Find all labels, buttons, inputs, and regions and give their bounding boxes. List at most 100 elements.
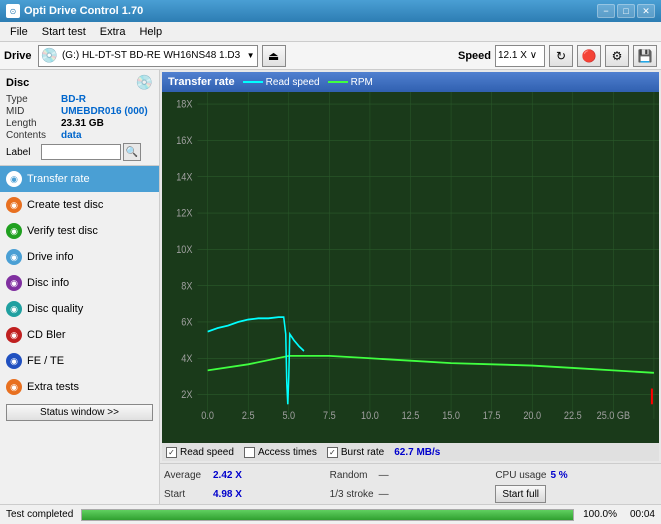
burst-rate-label: Burst rate — [341, 447, 384, 458]
nav-label-drive-info: Drive info — [27, 251, 73, 263]
read-speed-checkbox[interactable] — [166, 447, 177, 458]
start-full-button[interactable]: Start full — [495, 485, 546, 503]
nav-label-disc-quality: Disc quality — [27, 303, 83, 315]
main-layout: Disc 💿 Type BD-R MID UMEBDR016 (000) Len… — [0, 70, 661, 524]
nav-icon-cd-bler: ◉ — [6, 327, 22, 343]
disc-label-text: Label — [6, 147, 41, 158]
save-button[interactable]: 💾 — [633, 45, 657, 67]
disc-icon: 💿 — [136, 74, 153, 91]
access-times-label: Access times — [258, 447, 317, 458]
svg-text:16X: 16X — [176, 135, 192, 147]
disc-label-input[interactable] — [41, 144, 121, 160]
nav-label-verify-test-disc: Verify test disc — [27, 225, 98, 237]
svg-text:7.5: 7.5 — [323, 410, 336, 422]
drive-dropdown-arrow: ▼ — [247, 51, 255, 60]
access-times-checkbox[interactable] — [244, 447, 255, 458]
cpu-value: 5 % — [550, 470, 585, 481]
nav-transfer-rate[interactable]: ◉ Transfer rate — [0, 166, 159, 192]
burst-rate-check-item[interactable]: Burst rate — [327, 447, 384, 458]
speed-label: Speed — [458, 50, 491, 62]
disc-label-button[interactable]: 🔍 — [123, 143, 141, 161]
cpu-label: CPU usage — [495, 470, 546, 481]
read-speed-check-item[interactable]: Read speed — [166, 447, 234, 458]
nav-label-cd-bler: CD Bler — [27, 329, 66, 341]
main-content: Transfer rate Read speed RPM — [160, 70, 661, 524]
disc-info-section: Disc 💿 Type BD-R MID UMEBDR016 (000) Len… — [0, 70, 159, 166]
settings-button1[interactable]: 🔴 — [577, 45, 601, 67]
svg-text:2.5: 2.5 — [242, 410, 255, 422]
legend-label-rpm: RPM — [351, 77, 373, 88]
chart-header: Transfer rate Read speed RPM — [162, 72, 659, 92]
nav-disc-info[interactable]: ◉ Disc info — [0, 270, 159, 296]
menu-help[interactable]: Help — [133, 25, 168, 39]
stat-row-stroke1: 1/3 stroke — — [330, 485, 492, 503]
settings-button2[interactable]: ⚙ — [605, 45, 629, 67]
nav-create-test-disc[interactable]: ◉ Create test disc — [0, 192, 159, 218]
nav-cd-bler[interactable]: ◉ CD Bler — [0, 322, 159, 348]
svg-text:5.0: 5.0 — [282, 410, 295, 422]
app-title: Opti Drive Control 1.70 — [24, 5, 143, 17]
nav-label-disc-info: Disc info — [27, 277, 69, 289]
disc-type-label: Type — [6, 94, 61, 105]
stroke1-label: 1/3 stroke — [330, 489, 375, 500]
status-bar: Test completed 100.0% 00:04 — [0, 504, 661, 524]
disc-contents-value: data — [61, 130, 82, 141]
nav-icon-transfer-rate: ◉ — [6, 171, 22, 187]
stat-row-random: Random — — [330, 466, 492, 484]
svg-text:10X: 10X — [176, 244, 192, 256]
svg-text:25.0 GB: 25.0 GB — [597, 410, 631, 422]
legend-color-read — [243, 81, 263, 83]
maximize-button[interactable]: □ — [617, 4, 635, 18]
nav-label-extra-tests: Extra tests — [27, 381, 79, 393]
svg-text:12.5: 12.5 — [402, 410, 420, 422]
burst-rate-checkbox[interactable] — [327, 447, 338, 458]
disc-length-value: 23.31 GB — [61, 118, 104, 129]
minimize-button[interactable]: − — [597, 4, 615, 18]
nav-icon-disc-info: ◉ — [6, 275, 22, 291]
app-icon: ⊙ — [6, 4, 20, 18]
chart-bottom-legend: Read speed Access times Burst rate 62.7 … — [162, 443, 659, 461]
svg-text:22.5: 22.5 — [564, 410, 582, 422]
speed-selector[interactable]: 12.1 X ∨ — [495, 45, 545, 67]
nav-extra-tests[interactable]: ◉ Extra tests — [0, 374, 159, 400]
close-button[interactable]: ✕ — [637, 4, 655, 18]
chart-area: 18X 16X 14X 12X 10X 8X 6X 4X 2X 0.0 2.5 … — [162, 92, 659, 443]
start-value: 4.98 X — [213, 489, 248, 500]
refresh-button[interactable]: ↻ — [549, 45, 573, 67]
svg-text:20.0: 20.0 — [523, 410, 541, 422]
svg-text:4X: 4X — [181, 353, 192, 365]
svg-text:0.0: 0.0 — [201, 410, 214, 422]
speed-value: 12.1 X ∨ — [498, 50, 537, 61]
random-label: Random — [330, 470, 375, 481]
read-speed-label: Read speed — [180, 447, 234, 458]
drive-selector[interactable]: 💿 (G:) HL-DT-ST BD-RE WH16NS48 1.D3 ▼ — [38, 45, 258, 67]
nav-verify-test-disc[interactable]: ◉ Verify test disc — [0, 218, 159, 244]
nav-icon-create-test-disc: ◉ — [6, 197, 22, 213]
drive-disc-icon: 💿 — [41, 47, 58, 64]
nav-fe-te[interactable]: ◉ FE / TE — [0, 348, 159, 374]
status-time: 00:04 — [625, 509, 655, 520]
chart-svg: 18X 16X 14X 12X 10X 8X 6X 4X 2X 0.0 2.5 … — [162, 92, 659, 443]
progress-bar — [81, 509, 574, 521]
average-label: Average — [164, 470, 209, 481]
random-value: — — [379, 470, 389, 481]
access-times-check-item[interactable]: Access times — [244, 447, 317, 458]
menu-file[interactable]: File — [4, 25, 34, 39]
nav-icon-extra-tests: ◉ — [6, 379, 22, 395]
status-window-button[interactable]: Status window >> — [6, 404, 153, 421]
nav-label-transfer-rate: Transfer rate — [27, 173, 90, 185]
sidebar: Disc 💿 Type BD-R MID UMEBDR016 (000) Len… — [0, 70, 160, 524]
start-label: Start — [164, 489, 209, 500]
stat-row-cpu: CPU usage 5 % — [495, 466, 657, 484]
eject-button[interactable]: ⏏ — [262, 45, 286, 67]
toolbar: Drive 💿 (G:) HL-DT-ST BD-RE WH16NS48 1.D… — [0, 42, 661, 70]
menu-start-test[interactable]: Start test — [36, 25, 92, 39]
menu-extra[interactable]: Extra — [94, 25, 132, 39]
nav-disc-quality[interactable]: ◉ Disc quality — [0, 296, 159, 322]
nav-icon-fe-te: ◉ — [6, 353, 22, 369]
nav-drive-info[interactable]: ◉ Drive info — [0, 244, 159, 270]
disc-mid-value: UMEBDR016 (000) — [61, 106, 148, 117]
burst-rate-value: 62.7 MB/s — [394, 447, 440, 458]
chart-title: Transfer rate — [168, 76, 235, 88]
svg-text:17.5: 17.5 — [483, 410, 501, 422]
